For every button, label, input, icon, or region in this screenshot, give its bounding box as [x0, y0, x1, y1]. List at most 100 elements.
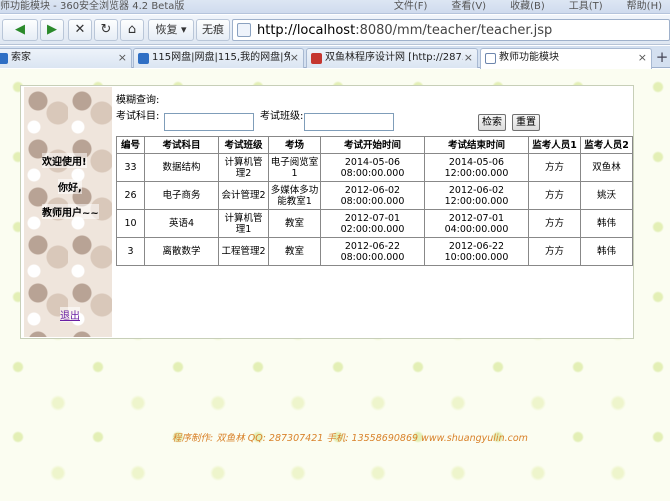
table-cell: 2012-06-02 08:00:00.000 [320, 181, 425, 210]
tab-label: 双鱼林程序设计网 [http://287... [325, 52, 463, 63]
restore-label: 恢复 [155, 23, 178, 36]
tab-label: 教师功能模块 [499, 52, 559, 63]
reset-button[interactable]: 重置 [512, 114, 540, 131]
table-cell: 2014-05-06 12:00:00.000 [424, 153, 529, 182]
table-cell: 多媒体多功能教室1 [268, 181, 321, 210]
home-button[interactable]: ⌂ [120, 19, 144, 41]
table-cell: 10 [116, 209, 145, 238]
table-cell: 工程管理2 [218, 237, 269, 266]
table-cell: 韩伟 [580, 209, 633, 238]
tab-label: 115网盘|网盘|115,我的网盘|免... [152, 52, 290, 63]
table-cell: 方方 [528, 181, 581, 210]
window-title: 师功能模块 - 360安全浏览器 4.2 Beta版 [0, 1, 185, 12]
header-cell: 监考人员2 [580, 136, 633, 154]
tab-search[interactable]: 索家 × [0, 48, 132, 68]
table-cell: 计算机管理2 [218, 153, 269, 182]
sidebar: 欢迎使用! 你好, 教师用户~~ 退出 [24, 87, 112, 337]
table-cell: 数据结构 [144, 153, 219, 182]
table-cell: 2012-07-01 02:00:00.000 [320, 209, 425, 238]
header-cell: 编号 [116, 136, 145, 154]
incognito-label: 无痕 [202, 23, 224, 36]
close-icon[interactable]: × [464, 49, 473, 67]
address-path: :8080/mm/teacher/teacher.jsp [355, 23, 553, 38]
table-cell: 会计管理2 [218, 181, 269, 210]
tab-teacher[interactable]: 教师功能模块 × [480, 48, 652, 69]
table-cell: 2012-07-01 04:00:00.000 [424, 209, 529, 238]
incognito-button[interactable]: 无痕 [196, 19, 230, 41]
footer-credit: 程序制作: 双鱼林 QQ: 287307421 手机: 13558690869 … [172, 433, 528, 444]
tab-label: 索家 [11, 52, 31, 63]
table-row: 26 电子商务 会计管理2 多媒体多功能教室1 2012-06-02 08:00… [116, 181, 633, 210]
page-content: 欢迎使用! 你好, 教师用户~~ 退出 模糊查询: 考试科目: 考试班级: 检索… [0, 69, 670, 501]
table-cell: 韩伟 [580, 237, 633, 266]
close-icon[interactable]: × [118, 49, 127, 67]
header-cell: 考试科目 [144, 136, 219, 154]
page-icon [237, 23, 251, 37]
exam-table: 编号 考试科目 考试班级 考场 考试开始时间 考试结束时间 监考人员1 监考人员… [116, 136, 633, 266]
window-titlebar: 师功能模块 - 360安全浏览器 4.2 Beta版 文件(F) 查看(V) 收… [0, 0, 670, 14]
table-cell: 电子阅览室1 [268, 153, 321, 182]
table-row: 33 数据结构 计算机管理2 电子阅览室1 2014-05-06 08:00:0… [116, 153, 633, 182]
table-cell: 姚沃 [580, 181, 633, 210]
restore-button[interactable]: 恢复 ▾ [148, 19, 194, 41]
forward-button[interactable]: ▶ [40, 19, 64, 41]
browser-toolbar: ◀ ▶ ✕ ↻ ⌂ 恢复 ▾ 无痕 http://localhost:8080/… [0, 15, 670, 45]
back-button[interactable]: ◀ [2, 19, 38, 41]
header-cell: 监考人员1 [528, 136, 581, 154]
header-cell: 考场 [268, 136, 321, 154]
subject-input[interactable] [164, 113, 254, 131]
address-bar[interactable]: http://localhost:8080/mm/teacher/teacher… [232, 19, 670, 41]
class-input[interactable] [304, 113, 394, 131]
refresh-icon: ↻ [100, 22, 112, 37]
table-cell: 33 [116, 153, 145, 182]
back-arrow-icon: ◀ [15, 22, 25, 37]
table-cell: 离散数学 [144, 237, 219, 266]
header-cell: 考试班级 [218, 136, 269, 154]
menu-favorites[interactable]: 收藏(B) [510, 0, 545, 13]
table-cell: 计算机管理1 [218, 209, 269, 238]
address-host: http://localhost [257, 23, 356, 38]
home-icon: ⌂ [127, 22, 137, 37]
stop-icon: ✕ [74, 22, 86, 37]
table-cell: 电子商务 [144, 181, 219, 210]
search-button[interactable]: 检索 [478, 114, 506, 131]
menu-help[interactable]: 帮助(H) [627, 0, 662, 13]
header-cell: 考试结束时间 [424, 136, 529, 154]
class-label: 考试班级: [260, 111, 304, 122]
table-cell: 2012-06-22 08:00:00.000 [320, 237, 425, 266]
table-cell: 方方 [528, 209, 581, 238]
tab-bar: 索家 × 115网盘|网盘|115,我的网盘|免... × 双鱼林程序设计网 [… [0, 46, 670, 69]
table-cell: 方方 [528, 237, 581, 266]
menu-tools[interactable]: 工具(T) [569, 0, 603, 13]
table-cell: 双鱼林 [580, 153, 633, 182]
table-cell: 2012-06-02 12:00:00.000 [424, 181, 529, 210]
table-cell: 教室 [268, 237, 321, 266]
forward-arrow-icon: ▶ [47, 22, 57, 37]
tab-favicon-icon [138, 53, 149, 64]
header-cell: 考试开始时间 [320, 136, 425, 154]
table-cell: 英语4 [144, 209, 219, 238]
table-header-row: 编号 考试科目 考试班级 考场 考试开始时间 考试结束时间 监考人员1 监考人员… [116, 136, 633, 154]
table-cell: 2014-05-06 08:00:00.000 [320, 153, 425, 182]
menu-file[interactable]: 文件(F) [394, 0, 428, 13]
refresh-button[interactable]: ↻ [94, 19, 118, 41]
tab-favicon-icon [0, 53, 8, 64]
menu-view[interactable]: 查看(V) [451, 0, 486, 13]
tab-favicon-icon [311, 53, 322, 64]
menu-bar: 文件(F) 查看(V) 收藏(B) 工具(T) 帮助(H) [394, 0, 670, 13]
main-frame: 欢迎使用! 你好, 教师用户~~ 退出 模糊查询: 考试科目: 考试班级: 检索… [20, 85, 634, 339]
tab-115[interactable]: 115网盘|网盘|115,我的网盘|免... × [133, 48, 304, 68]
tab-favicon-icon [485, 53, 496, 64]
tab-shuangyulin[interactable]: 双鱼林程序设计网 [http://287... × [306, 48, 478, 68]
role-text: 教师用户~~ [42, 204, 99, 219]
table-cell: 方方 [528, 153, 581, 182]
hello-text: 你好, [58, 179, 82, 194]
table-cell: 26 [116, 181, 145, 210]
logout-link[interactable]: 退出 [60, 307, 80, 322]
new-tab-button[interactable]: + [654, 48, 670, 68]
close-icon[interactable]: × [290, 49, 299, 67]
main-panel: 模糊查询: 考试科目: 考试班级: 检索 重置 编号 考试科目 考试班级 考场 … [114, 86, 633, 336]
stop-button[interactable]: ✕ [68, 19, 92, 41]
subject-label: 考试科目: [116, 111, 160, 122]
close-icon[interactable]: × [638, 49, 647, 67]
